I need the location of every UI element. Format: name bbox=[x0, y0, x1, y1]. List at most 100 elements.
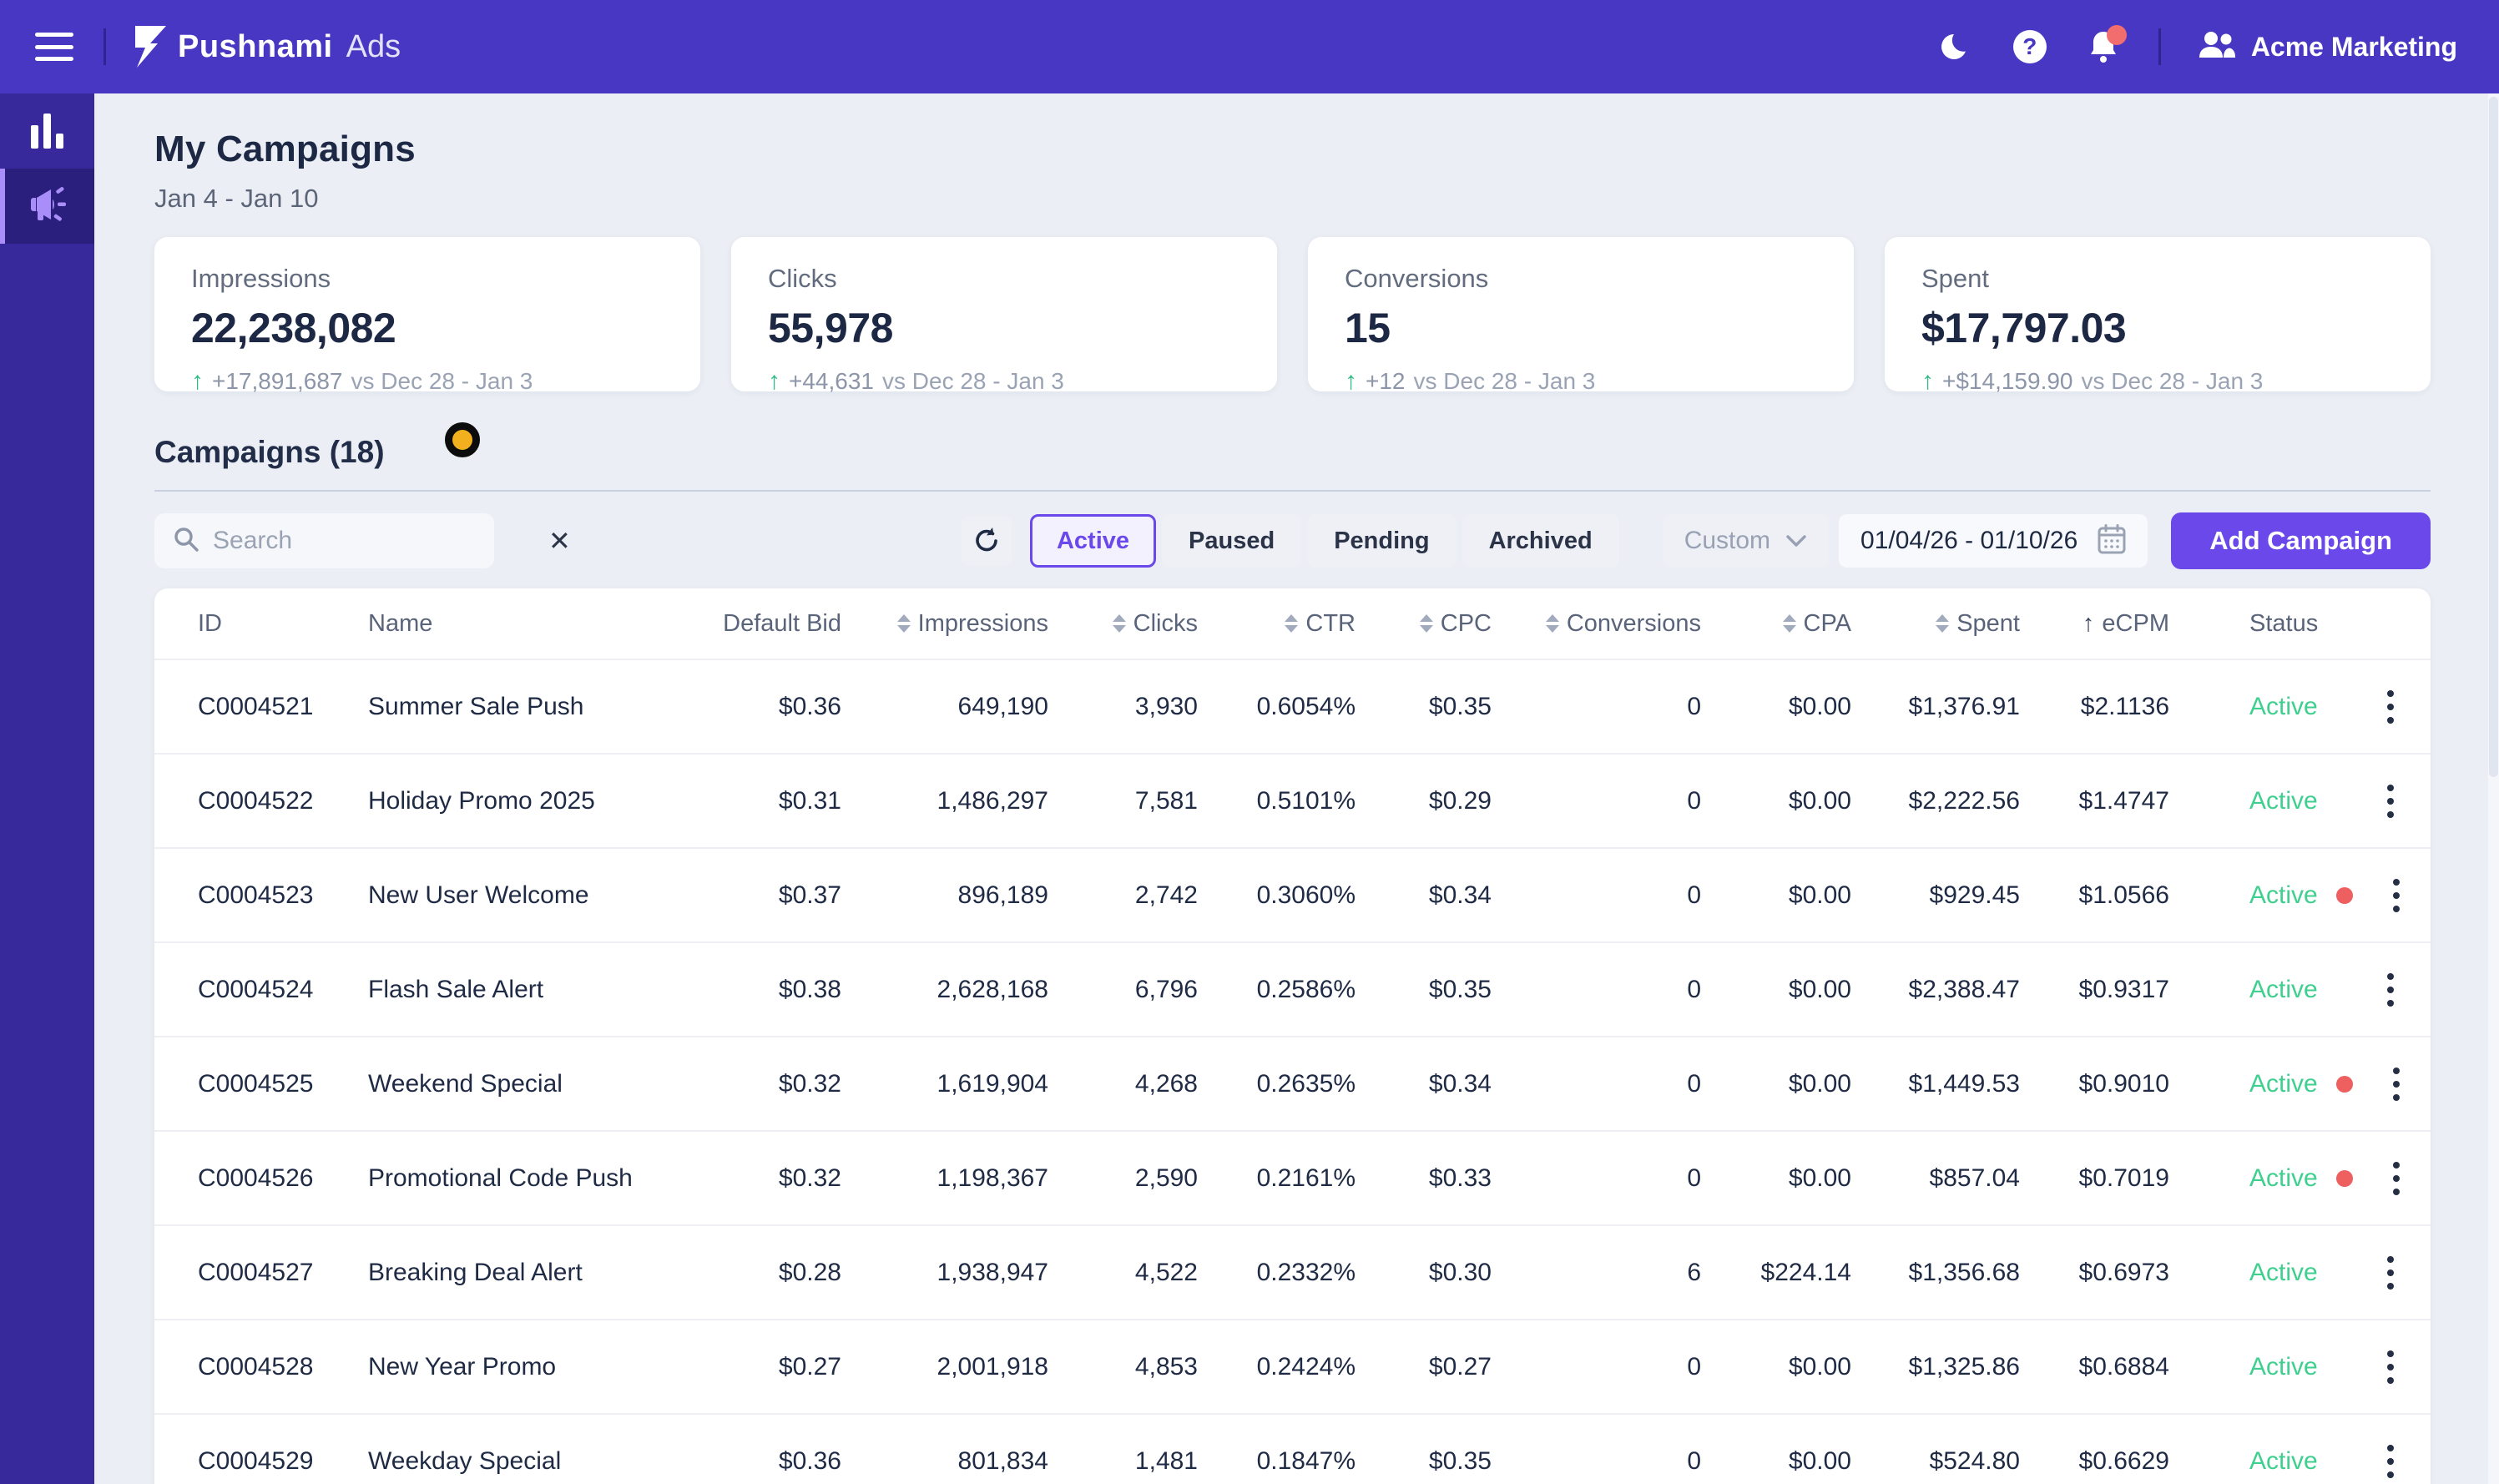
column-header-default-bid: Default Bid bbox=[719, 610, 841, 638]
refresh-button[interactable] bbox=[961, 516, 1012, 566]
cell-cpa: $0.00 bbox=[1788, 975, 1851, 1003]
tab-archived[interactable]: Archived bbox=[1462, 514, 1619, 568]
column-header-spent[interactable]: Spent bbox=[1851, 610, 2020, 638]
date-range-input[interactable]: 01/04/26 - 01/10/26 bbox=[1839, 514, 2148, 568]
tab-pending[interactable]: Pending bbox=[1307, 514, 1456, 568]
menu-icon[interactable] bbox=[35, 33, 73, 61]
column-header-ctr[interactable]: CTR bbox=[1198, 610, 1356, 638]
stat-delta-value: +12 bbox=[1366, 368, 1406, 394]
search-icon bbox=[173, 526, 199, 557]
row-actions-icon[interactable] bbox=[2380, 778, 2401, 825]
cell-name: Promotional Code Push bbox=[368, 1163, 633, 1192]
table-row: C0004524 Flash Sale Alert $0.38 2,628,168 6,… bbox=[154, 941, 2431, 1036]
column-header-conversions[interactable]: Conversions bbox=[1492, 610, 1701, 638]
cell-ecpm: $0.6629 bbox=[2078, 1446, 2169, 1475]
clear-search-icon[interactable]: ✕ bbox=[548, 527, 571, 554]
date-range-value: 01/04/26 - 01/10/26 bbox=[1860, 527, 2078, 554]
sort-asc-icon: ↑ bbox=[2082, 609, 2095, 637]
add-campaign-button[interactable]: Add Campaign bbox=[2171, 512, 2431, 569]
top-navbar: Pushnami Ads ? Acme Marketing bbox=[0, 0, 2499, 93]
cell-name: Holiday Promo 2025 bbox=[368, 786, 595, 815]
cell-cpa: $0.00 bbox=[1788, 692, 1851, 720]
cell-status: Active bbox=[2169, 1259, 2347, 1287]
cell-status: Active bbox=[2169, 976, 2347, 1004]
cell-ecpm: $1.4747 bbox=[2078, 786, 2169, 815]
cell-ctr: 0.2161% bbox=[1256, 1163, 1356, 1192]
cell-cpa: $0.00 bbox=[1788, 1069, 1851, 1098]
cell-conversions: 0 bbox=[1687, 975, 1701, 1003]
brand[interactable]: Pushnami Ads bbox=[131, 26, 401, 68]
cell-impressions: 1,938,947 bbox=[936, 1258, 1048, 1286]
column-header-impressions[interactable]: Impressions bbox=[841, 610, 1048, 638]
cell-actions bbox=[2353, 1155, 2406, 1202]
navbar-divider bbox=[103, 28, 106, 65]
cell-id: C0004525 bbox=[198, 1069, 314, 1098]
table-row: C0004527 Breaking Deal Alert $0.28 1,938,94… bbox=[154, 1224, 2431, 1319]
cell-ecpm: $0.7019 bbox=[2078, 1163, 2169, 1192]
stat-value: 22,238,082 bbox=[191, 305, 396, 351]
row-actions-icon[interactable] bbox=[2386, 872, 2406, 919]
sidebar-item-campaigns[interactable] bbox=[0, 169, 94, 244]
date-preset-value: Custom bbox=[1684, 527, 1771, 554]
column-header-id: ID bbox=[198, 610, 368, 638]
cell-clicks: 4,268 bbox=[1134, 1069, 1198, 1098]
cell-clicks: 4,522 bbox=[1134, 1258, 1198, 1286]
column-header-cpc[interactable]: CPC bbox=[1356, 610, 1492, 638]
search-box: ✕ bbox=[154, 513, 571, 568]
scrollbar-thumb[interactable] bbox=[2489, 97, 2498, 777]
cell-actions bbox=[2353, 872, 2406, 919]
sort-icon bbox=[1419, 614, 1433, 633]
search-input[interactable] bbox=[213, 527, 535, 555]
column-header-clicks[interactable]: Clicks bbox=[1048, 610, 1198, 638]
account-menu[interactable]: Acme Marketing bbox=[2198, 31, 2457, 63]
cell-name: Summer Sale Push bbox=[368, 692, 584, 720]
cell-conversions: 0 bbox=[1687, 1163, 1701, 1192]
status-badge: Active bbox=[2249, 692, 2318, 720]
column-header-ecpm[interactable]: ↑ eCPM bbox=[2020, 610, 2169, 638]
stat-delta-period: vs Dec 28 - Jan 3 bbox=[1413, 368, 1596, 394]
status-badge: Active bbox=[2249, 1446, 2318, 1475]
cell-id: C0004526 bbox=[198, 1163, 314, 1192]
cell-cpa: $0.00 bbox=[1788, 1446, 1851, 1475]
column-header-name: Name bbox=[368, 610, 719, 638]
row-actions-icon[interactable] bbox=[2380, 1438, 2401, 1484]
stat-delta: ↑ +12 vs Dec 28 - Jan 3 bbox=[1345, 367, 1817, 396]
row-actions-icon[interactable] bbox=[2386, 1155, 2406, 1202]
stat-delta-period: vs Dec 28 - Jan 3 bbox=[2081, 368, 2264, 394]
cell-bid: $0.27 bbox=[778, 1352, 841, 1381]
scrollbar-track[interactable] bbox=[2488, 93, 2499, 1484]
cell-conversions: 0 bbox=[1687, 1446, 1701, 1475]
sort-icon bbox=[1285, 614, 1299, 633]
team-icon bbox=[2198, 31, 2236, 63]
cell-impressions: 2,001,918 bbox=[936, 1352, 1048, 1381]
alert-dot-icon bbox=[2335, 886, 2353, 904]
cell-impressions: 896,189 bbox=[957, 881, 1048, 909]
column-label: CTR bbox=[1305, 609, 1356, 637]
stat-delta-period: vs Dec 28 - Jan 3 bbox=[351, 368, 533, 394]
sidebar-item-analytics[interactable] bbox=[0, 93, 94, 169]
notifications-bell-icon[interactable] bbox=[2085, 25, 2127, 65]
sidebar bbox=[0, 93, 94, 1484]
row-actions-icon[interactable] bbox=[2380, 967, 2401, 1013]
cell-clicks: 7,581 bbox=[1134, 786, 1198, 815]
cell-status: Active bbox=[2169, 693, 2347, 721]
cell-bid: $0.32 bbox=[778, 1069, 841, 1098]
status-badge: Active bbox=[2249, 1258, 2318, 1286]
row-actions-icon[interactable] bbox=[2386, 1061, 2406, 1108]
column-header-cpa[interactable]: CPA bbox=[1701, 610, 1851, 638]
dark-mode-icon[interactable] bbox=[1938, 28, 1975, 65]
help-icon[interactable]: ? bbox=[2012, 28, 2048, 65]
app-window: Pushnami Ads ? Acme Marketing My Campaig… bbox=[0, 0, 2499, 1484]
tab-active[interactable]: Active bbox=[1029, 514, 1157, 568]
cell-spent: $1,449.53 bbox=[1908, 1069, 2020, 1098]
cell-cpc: $0.30 bbox=[1428, 1258, 1492, 1286]
row-actions-icon[interactable] bbox=[2380, 684, 2401, 730]
status-badge: Active bbox=[2249, 881, 2318, 909]
date-preset-select[interactable]: Custom bbox=[1662, 514, 1830, 568]
stat-label: Conversions bbox=[1345, 264, 1489, 293]
tab-paused[interactable]: Paused bbox=[1162, 514, 1302, 568]
cell-impressions: 801,834 bbox=[957, 1446, 1048, 1475]
cell-cpa: $224.14 bbox=[1760, 1258, 1851, 1286]
row-actions-icon[interactable] bbox=[2380, 1249, 2401, 1296]
row-actions-icon[interactable] bbox=[2380, 1344, 2401, 1391]
